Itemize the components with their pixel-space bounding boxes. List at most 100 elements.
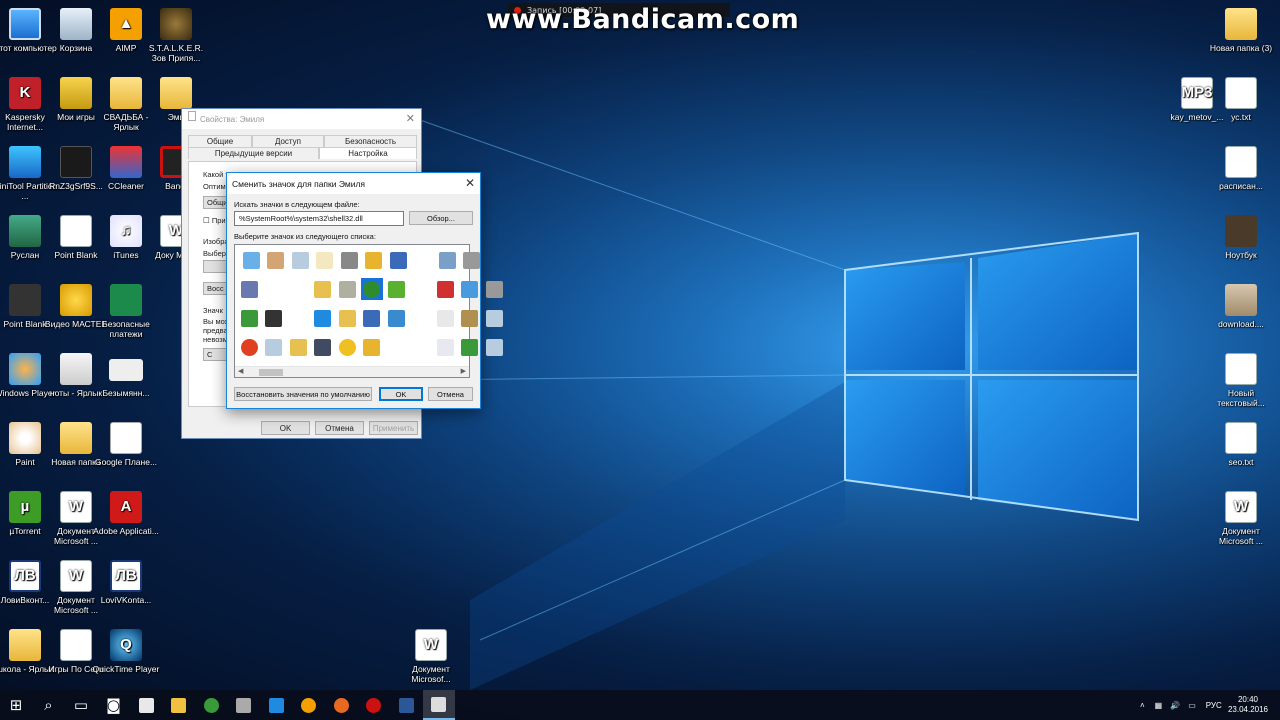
close-icon[interactable]: ✕ (465, 176, 475, 190)
blank-icon[interactable] (287, 307, 309, 329)
desktop-icon[interactable]: ус.txt (1206, 77, 1276, 143)
printer-small-icon[interactable] (483, 278, 505, 300)
language-indicator[interactable]: РУС (1206, 701, 1222, 710)
desktop-icon[interactable]: Ноутбук (1206, 215, 1276, 281)
desktop-icon[interactable]: download.... (1206, 284, 1276, 350)
browse-button[interactable]: Обзор... (409, 211, 473, 225)
tab-sharing[interactable]: Доступ (252, 135, 324, 147)
explorer-active-icon[interactable] (422, 690, 455, 720)
search-icon[interactable]: ⌕ (33, 690, 65, 720)
tab-general[interactable]: Общие (188, 135, 252, 147)
scrollbar-thumb[interactable] (259, 369, 283, 376)
power-icon[interactable] (238, 336, 260, 358)
dialog-ok-button[interactable]: OK (379, 387, 423, 401)
network-icon[interactable] (228, 690, 260, 720)
tab-customize[interactable]: Настройка (319, 147, 417, 159)
chrome-icon[interactable] (195, 690, 227, 720)
scroll-right-icon[interactable]: ▶ (461, 367, 466, 375)
bandicam-icon[interactable] (358, 690, 390, 720)
media-icon[interactable] (130, 690, 162, 720)
desktop-icon[interactable]: Безопасные платежи (91, 284, 161, 350)
properties-cancel-button[interactable]: Отмена (315, 421, 364, 435)
blank-icon[interactable] (410, 336, 432, 358)
monitor-card-icon[interactable] (459, 278, 481, 300)
blank-doc-icon[interactable] (314, 249, 336, 271)
lock-drive-icon[interactable] (459, 307, 481, 329)
close-icon[interactable]: ✕ (406, 112, 415, 125)
recycle-icon[interactable] (289, 249, 311, 271)
tab-security[interactable]: Безопасность (324, 135, 417, 147)
explorer-icon[interactable] (163, 690, 195, 720)
change-icon-dialog[interactable]: Сменить значок для папки Эмиля ✕ Искать … (226, 172, 503, 409)
edge-icon[interactable] (260, 690, 292, 720)
folder-grid-icon[interactable] (287, 336, 309, 358)
word-icon[interactable] (390, 690, 422, 720)
star-icon[interactable] (336, 336, 358, 358)
hand-icon[interactable] (265, 249, 287, 271)
drive-icon[interactable] (336, 278, 358, 300)
aimp-icon[interactable] (293, 690, 325, 720)
icon-file-path-input[interactable]: %SystemRoot%\system32\shell32.dll (234, 211, 404, 226)
blank-icon[interactable] (412, 249, 434, 271)
battery-icon[interactable]: ▭ (1188, 701, 1196, 710)
desktop-icon[interactable]: Безымянн... (91, 353, 161, 419)
camera-icon[interactable] (263, 307, 285, 329)
restore-defaults-button[interactable]: Восстановить значения по умолчанию (234, 387, 372, 401)
tree-icon[interactable] (360, 278, 383, 300)
desktop-icon[interactable]: seo.txt (1206, 422, 1276, 488)
font-folder-icon[interactable] (336, 307, 358, 329)
shortcut-arrow-icon[interactable] (263, 278, 285, 300)
desktop-icon[interactable]: расписан... (1206, 146, 1276, 212)
horizontal-scrollbar[interactable]: ◀ ▶ (235, 366, 469, 377)
pc-icon[interactable] (361, 307, 383, 329)
taskbar-clock[interactable]: 20:40 23.04.2016 (1228, 695, 1268, 715)
recycle-icon[interactable] (263, 336, 285, 358)
desktop-icon[interactable]: Новая папка (3) (1206, 8, 1276, 74)
tray-overflow-icon[interactable]: ˄ (1140, 701, 1145, 710)
dialog-cancel-button[interactable]: Отмена (428, 387, 473, 401)
desktop-icon[interactable]: W Документ Microsof... (396, 629, 466, 695)
blank-icon[interactable] (287, 278, 309, 300)
printer-icon[interactable] (338, 249, 360, 271)
desktop-icon[interactable]: A Adobe Applicati... (91, 491, 161, 557)
desktop-icon[interactable]: Q QuickTime Player (91, 629, 161, 695)
magnifier-doc-icon[interactable] (434, 336, 456, 358)
keyboard-icon[interactable] (312, 336, 334, 358)
dialog-titlebar[interactable]: Сменить значок для папки Эмиля ✕ (227, 173, 480, 194)
help-card-icon[interactable] (434, 278, 456, 300)
blank-icon[interactable] (385, 336, 407, 358)
back-arrow-icon[interactable] (238, 307, 260, 329)
cube-icon[interactable] (238, 278, 260, 300)
padlock-icon[interactable] (361, 336, 383, 358)
icon-list[interactable]: ◀ ▶ (234, 244, 503, 378)
system-tray[interactable]: ˄ ▦ 🔊 ▭ РУС (1140, 690, 1222, 720)
copy-icon[interactable] (434, 307, 456, 329)
start-icon[interactable]: ⊞ (0, 690, 32, 720)
recycle-small-icon[interactable] (483, 307, 505, 329)
network-arrow-icon[interactable] (385, 307, 407, 329)
firefox-icon[interactable] (325, 690, 357, 720)
network-pc-icon[interactable] (387, 249, 409, 271)
blank-icon[interactable] (410, 278, 432, 300)
blank-icon[interactable] (410, 307, 432, 329)
recycle-small-icon[interactable] (483, 336, 505, 358)
scroll-left-icon[interactable]: ◀ (238, 367, 243, 375)
upload-icon[interactable] (385, 278, 407, 300)
blue-rect-icon[interactable] (312, 307, 334, 329)
network-tray-icon[interactable]: ▦ (1155, 701, 1163, 710)
desktop-icon[interactable]: ЛВ LoviVKonta... (91, 560, 161, 626)
store-icon[interactable]: ◙ (98, 690, 130, 720)
properties-ok-button[interactable]: OK (261, 421, 310, 435)
search-pc-icon[interactable] (436, 249, 458, 271)
volume-icon[interactable]: 🔊 (1170, 701, 1180, 710)
green-down-icon[interactable] (459, 336, 481, 358)
properties-titlebar[interactable]: Свойства: Эмиля ✕ (182, 109, 421, 129)
desktop-icon[interactable]: S.T.A.L.K.E.R. Зов Припя... (141, 8, 211, 74)
card-icon[interactable] (240, 249, 262, 271)
folder-gear-icon[interactable] (312, 278, 334, 300)
properties-apply-button[interactable]: Применить (369, 421, 418, 435)
desktop-icon[interactable]: Новый текстовый... (1206, 353, 1276, 419)
task-view-icon[interactable]: ▭ (65, 690, 97, 720)
key-folder-icon[interactable] (363, 249, 385, 271)
desktop-icon[interactable]: W Документ Microsoft ... (1206, 491, 1276, 557)
